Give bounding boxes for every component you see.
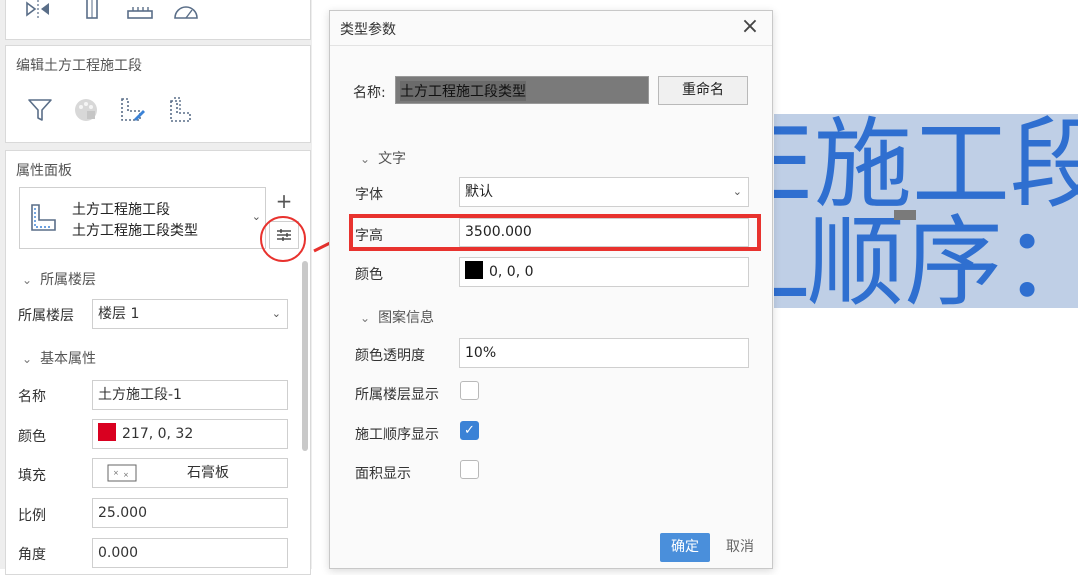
edit-section-card: 编辑土方工程施工段 [5,45,311,143]
font-select[interactable]: 默认 ⌄ [459,177,749,207]
plus-icon: + [275,189,293,213]
text-height-field[interactable]: 3500.000 [459,218,749,247]
name-field[interactable]: 土方施工段-1 [92,380,288,410]
type-selector-type: 土方工程施工段类型 [72,223,198,239]
font-label: 字体 [355,187,383,203]
name-label: 名称 [18,389,46,405]
color-swatch [98,423,116,441]
segment-copy-icon[interactable] [166,96,194,124]
name-field-value: 土方施工段-1 [98,387,182,403]
chevron-down-icon: ⌄ [732,185,742,198]
canvas-grip-marker[interactable] [894,210,916,220]
color-field[interactable]: 217, 0, 32 [92,419,288,449]
section-toggle-basic[interactable]: ⌄ 基本属性 [22,348,96,368]
cancel-button[interactable]: 取消 [718,533,762,562]
segment-edit-icon[interactable] [118,96,146,124]
chevron-down-icon: ⌄ [251,210,261,223]
section-floor-label: 所属楼层 [40,272,97,288]
section-basic-label: 基本属性 [40,351,97,367]
text-color-field[interactable]: 0, 0, 0 [459,257,749,287]
column-icon[interactable] [78,0,106,25]
type-params-dialog: 类型参数 × 名称: 土方工程施工段类型 重命名 ⌄ 文字 字体 默认 ⌄ 字高 … [329,10,773,569]
section-toggle-floor[interactable]: ⌄ 所属楼层 [22,269,96,289]
dialog-title: 类型参数 [340,22,396,38]
section-pattern-label: 图案信息 [378,310,435,326]
area-display-label: 面积显示 [355,466,411,482]
scale-label: 比例 [18,508,46,524]
settings-sliders-icon [277,229,291,241]
transparency-value: 10% [465,345,497,361]
type-selector[interactable]: 土方工程施工段 土方工程施工段类型 ⌄ [19,187,266,249]
section-text-label: 文字 [378,151,407,167]
sequence-display-label: 施工顺序显示 [355,427,439,443]
sequence-display-checkbox[interactable]: ✓ [460,421,479,440]
font-select-value: 默认 [465,184,493,200]
properties-panel: 属性面板 土方工程施工段 土方工程施工段类型 ⌄ + ⌄ 所属楼层 所属楼层 楼… [5,150,311,575]
scrollbar[interactable] [302,261,308,451]
close-button[interactable]: × [738,13,762,41]
floor-display-checkbox[interactable] [460,381,479,400]
filter-icon[interactable] [26,96,54,124]
area-display-checkbox[interactable] [460,460,479,479]
scale-field[interactable]: 25.000 [92,498,288,528]
svg-text:×: × [113,469,119,477]
svg-text:×: × [123,471,129,479]
close-icon: × [740,14,760,39]
color-field-value: 217, 0, 32 [122,426,194,442]
dialog-name-label: 名称: [353,85,386,101]
dialog-name-field[interactable]: 土方工程施工段类型 [395,76,649,104]
chevron-down-icon: ⌄ [22,273,33,287]
type-selector-name: 土方工程施工段 [72,202,170,218]
floor-select-value: 楼层 1 [98,306,140,322]
transparency-label: 颜色透明度 [355,348,425,364]
fill-field-value: 石膏板 [187,465,229,481]
floor-label: 所属楼层 [18,308,74,324]
angle-label: 角度 [18,547,46,563]
angle-field-value: 0.000 [98,545,139,561]
chevron-down-icon: ⌄ [360,152,371,166]
checkmark-icon: ✓ [464,423,475,438]
text-height-value: 3500.000 [465,224,532,240]
palette-icon [75,99,97,121]
floor-select[interactable]: 楼层 1 ⌄ [92,299,288,329]
section-toggle-pattern[interactable]: ⌄ 图案信息 [360,307,434,327]
fill-field[interactable]: × × 石膏板 [92,458,288,488]
canvas-text-line-2: L顺序： [774,206,1078,308]
text-color-value: 0, 0, 0 [489,264,534,280]
floor-display-label: 所属楼层显示 [355,387,439,403]
color-label: 颜色 [18,429,46,445]
transparency-field[interactable]: 10% [459,338,749,368]
chevron-down-icon: ⌄ [360,311,371,325]
canvas-text-line-1: E施工段 [774,114,1078,222]
rename-button[interactable]: 重命名 [658,76,748,105]
text-height-label: 字高 [355,228,383,244]
protractor-icon[interactable] [172,0,200,25]
chevron-down-icon: ⌄ [22,352,33,366]
ruler-icon[interactable] [126,0,154,25]
scale-field-value: 25.000 [98,505,147,521]
left-panel: 编辑土方工程施工段 属性面板 土方工程施工段 土方工程施工段类型 ⌄ + ⌄ 所… [0,0,312,575]
text-color-label: 颜色 [355,267,383,283]
construction-segment-icon [31,204,56,231]
dialog-name-value: 土方工程施工段类型 [400,81,526,101]
properties-title: 属性面板 [16,163,72,179]
top-toolbar-card [5,0,311,40]
chevron-down-icon: ⌄ [271,307,281,320]
drawing-canvas[interactable]: E施工段 L顺序： [774,114,1078,308]
mirror-icon[interactable] [24,0,52,25]
fill-label: 填充 [18,468,46,484]
hatch-pattern-icon: × × [107,464,137,482]
add-button[interactable]: + [269,187,299,217]
angle-field[interactable]: 0.000 [92,538,288,568]
edit-section-title: 编辑土方工程施工段 [16,58,142,74]
ok-button[interactable]: 确定 [660,533,710,562]
text-color-swatch [465,261,483,279]
section-toggle-text[interactable]: ⌄ 文字 [360,148,406,168]
edit-type-button[interactable] [269,221,299,249]
dialog-titlebar[interactable]: 类型参数 × [330,11,772,46]
